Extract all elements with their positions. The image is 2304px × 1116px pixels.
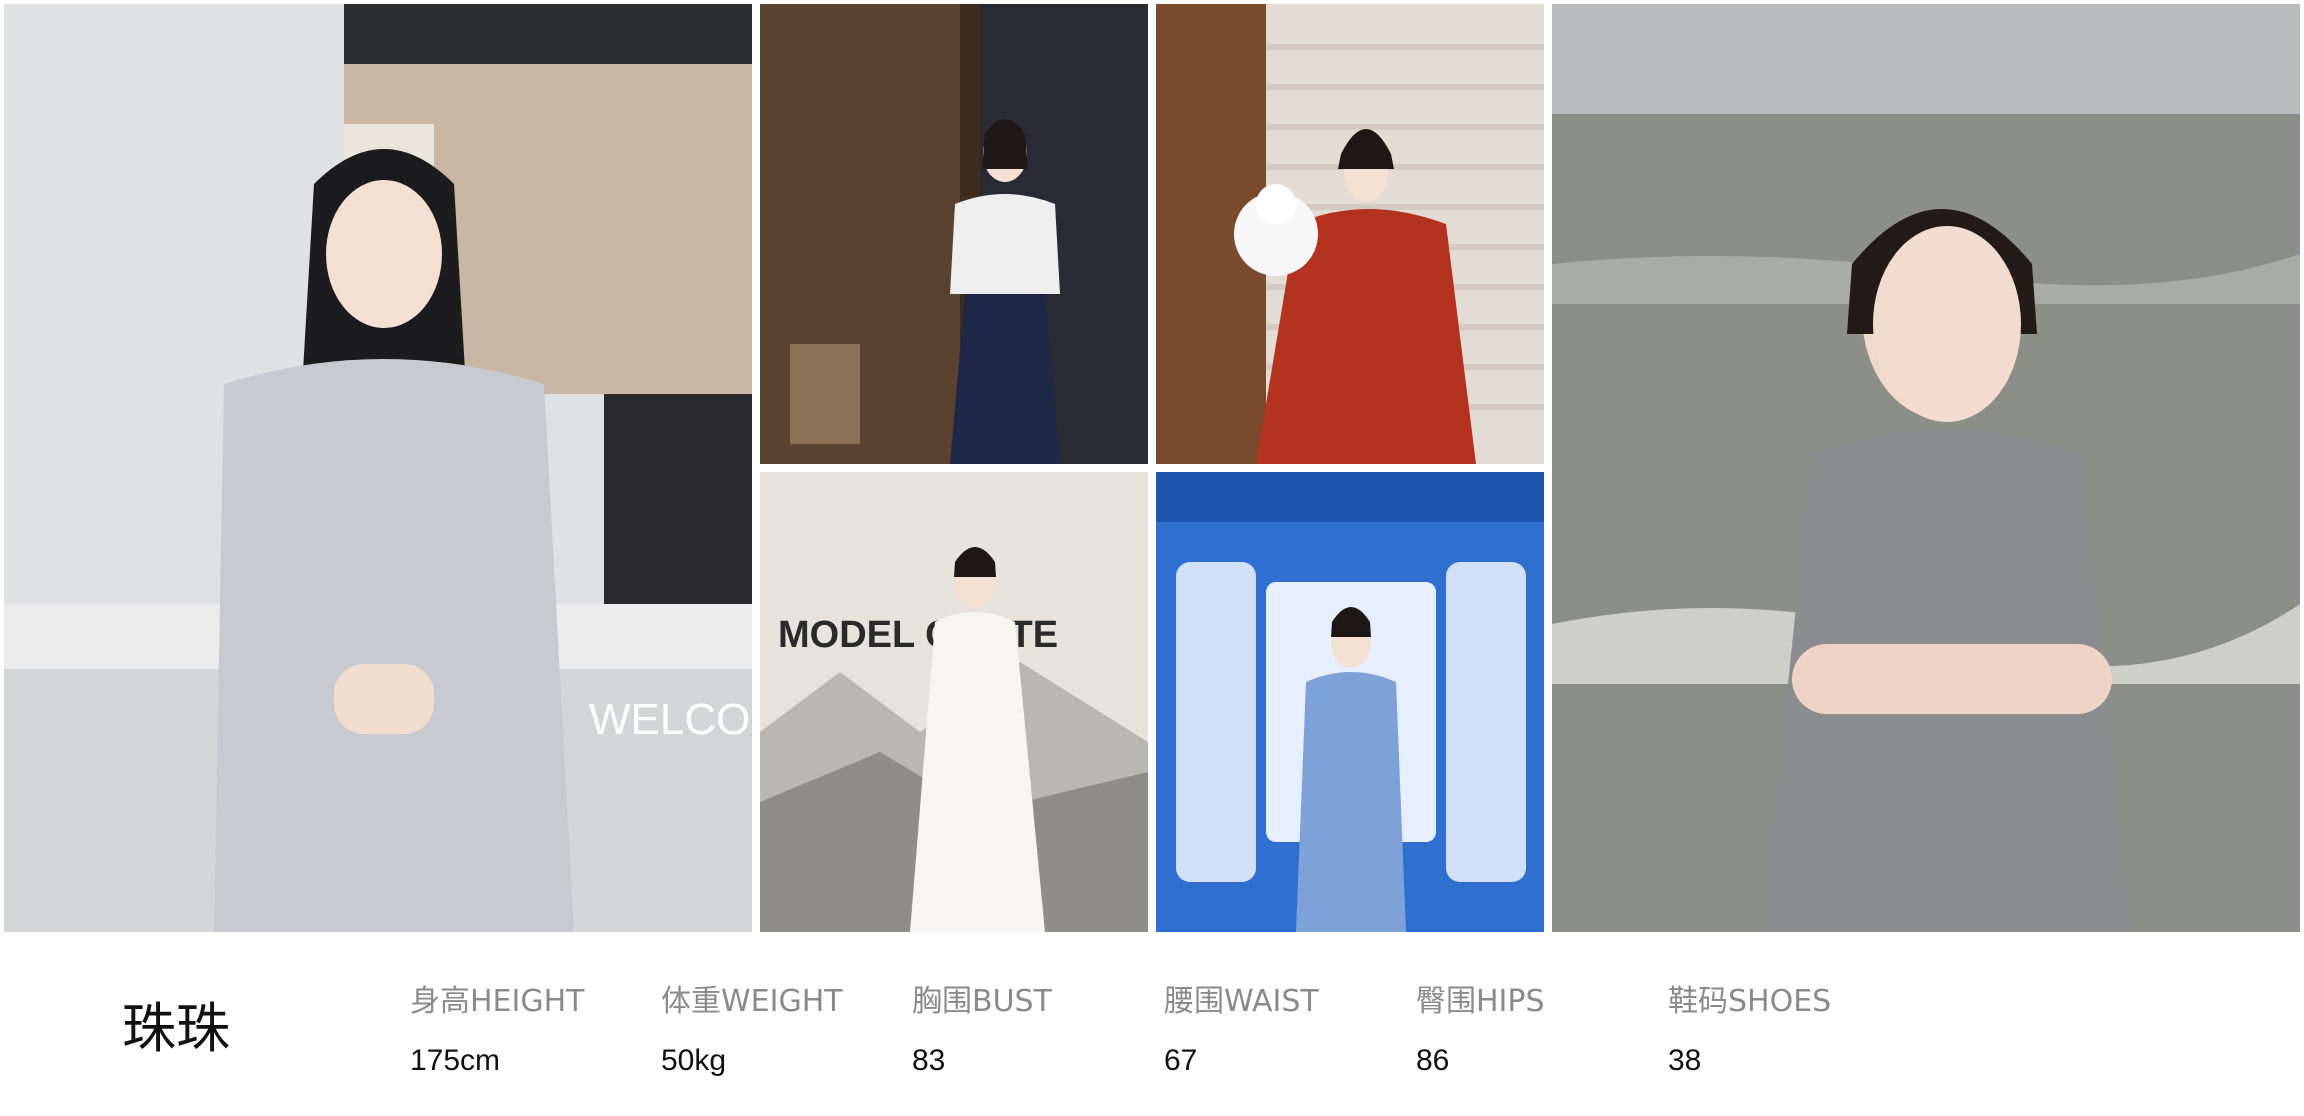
stat-height-label: 身高HEIGHT: [410, 984, 585, 1019]
model-photo-seashore: [1552, 4, 2300, 932]
stat-hips-value: 86: [1416, 1044, 1450, 1077]
model-profile-bar: 珠珠 身高HEIGHT 175cm 体重WEIGHT 50kg 胸围BUST 8…: [0, 932, 2304, 1116]
stat-waist: 腰围WAIST 67: [1164, 976, 1404, 1078]
stat-waist-value: 67: [1164, 1044, 1198, 1077]
model-name: 珠珠: [122, 997, 230, 1060]
model-photo-ink-painting: MODEL CONTE: [760, 472, 1148, 932]
model-photo-reception: WELCOM: [4, 4, 752, 932]
stat-waist-label: 腰围WAIST: [1164, 984, 1319, 1019]
stat-bust: 胸围BUST 83: [912, 976, 1152, 1078]
model-photo-hanfu-stairs: [1156, 4, 1544, 464]
stat-shoes-label: 鞋码SHOES: [1668, 984, 1832, 1019]
stat-weight-value: 50kg: [661, 1044, 727, 1077]
stat-height: 身高HEIGHT 175cm: [410, 976, 650, 1078]
stat-weight: 体重WEIGHT 50kg: [661, 976, 901, 1078]
stat-shoes-value: 38: [1668, 1044, 1702, 1077]
stat-bust-value: 83: [912, 1044, 946, 1077]
stat-hips: 臀围HIPS 86: [1416, 976, 1656, 1078]
stat-hips-label: 臀围HIPS: [1416, 984, 1545, 1019]
stat-shoes: 鞋码SHOES 38: [1668, 976, 1908, 1078]
welcome-sign-text: WELCOM: [589, 695, 752, 744]
model-photo-exhibition: [1156, 472, 1544, 932]
stat-weight-label: 体重WEIGHT: [661, 984, 843, 1019]
model-photo-event-stage: [760, 4, 1148, 464]
stat-height-value: 175cm: [410, 1044, 501, 1077]
stat-bust-label: 胸围BUST: [912, 984, 1052, 1019]
